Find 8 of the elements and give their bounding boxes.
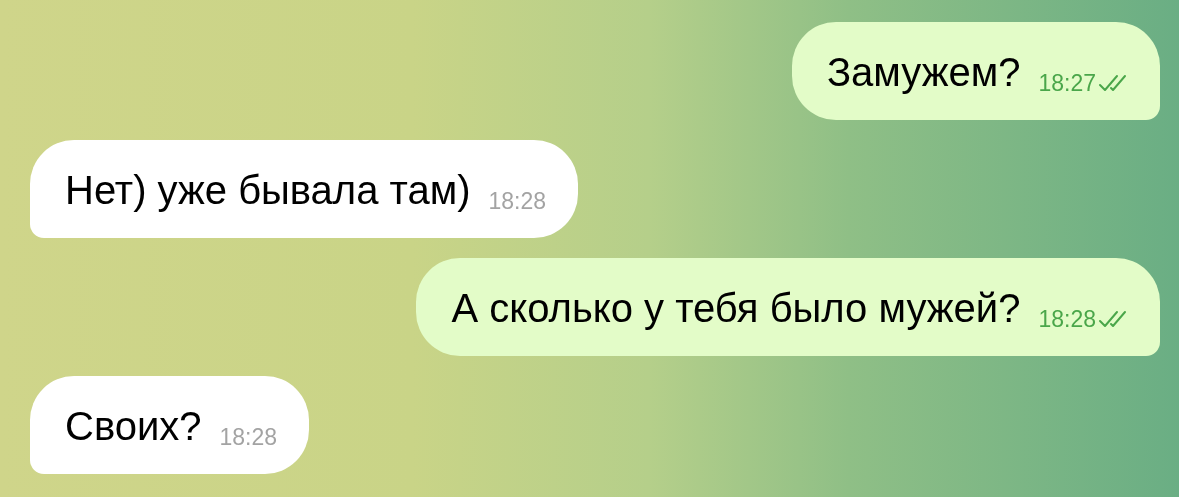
message-text: А сколько у тебя было мужей? (451, 285, 1021, 332)
message-time: 18:28 (1038, 306, 1096, 332)
message-text: Своих? (65, 403, 202, 450)
message-text: Замужем? (826, 49, 1021, 96)
message-time: 18:28 (488, 188, 547, 214)
message-time: 18:27 (1038, 70, 1096, 96)
message-text: Нет) уже бывала там) (65, 167, 471, 214)
message-time: 18:28 (219, 424, 278, 450)
